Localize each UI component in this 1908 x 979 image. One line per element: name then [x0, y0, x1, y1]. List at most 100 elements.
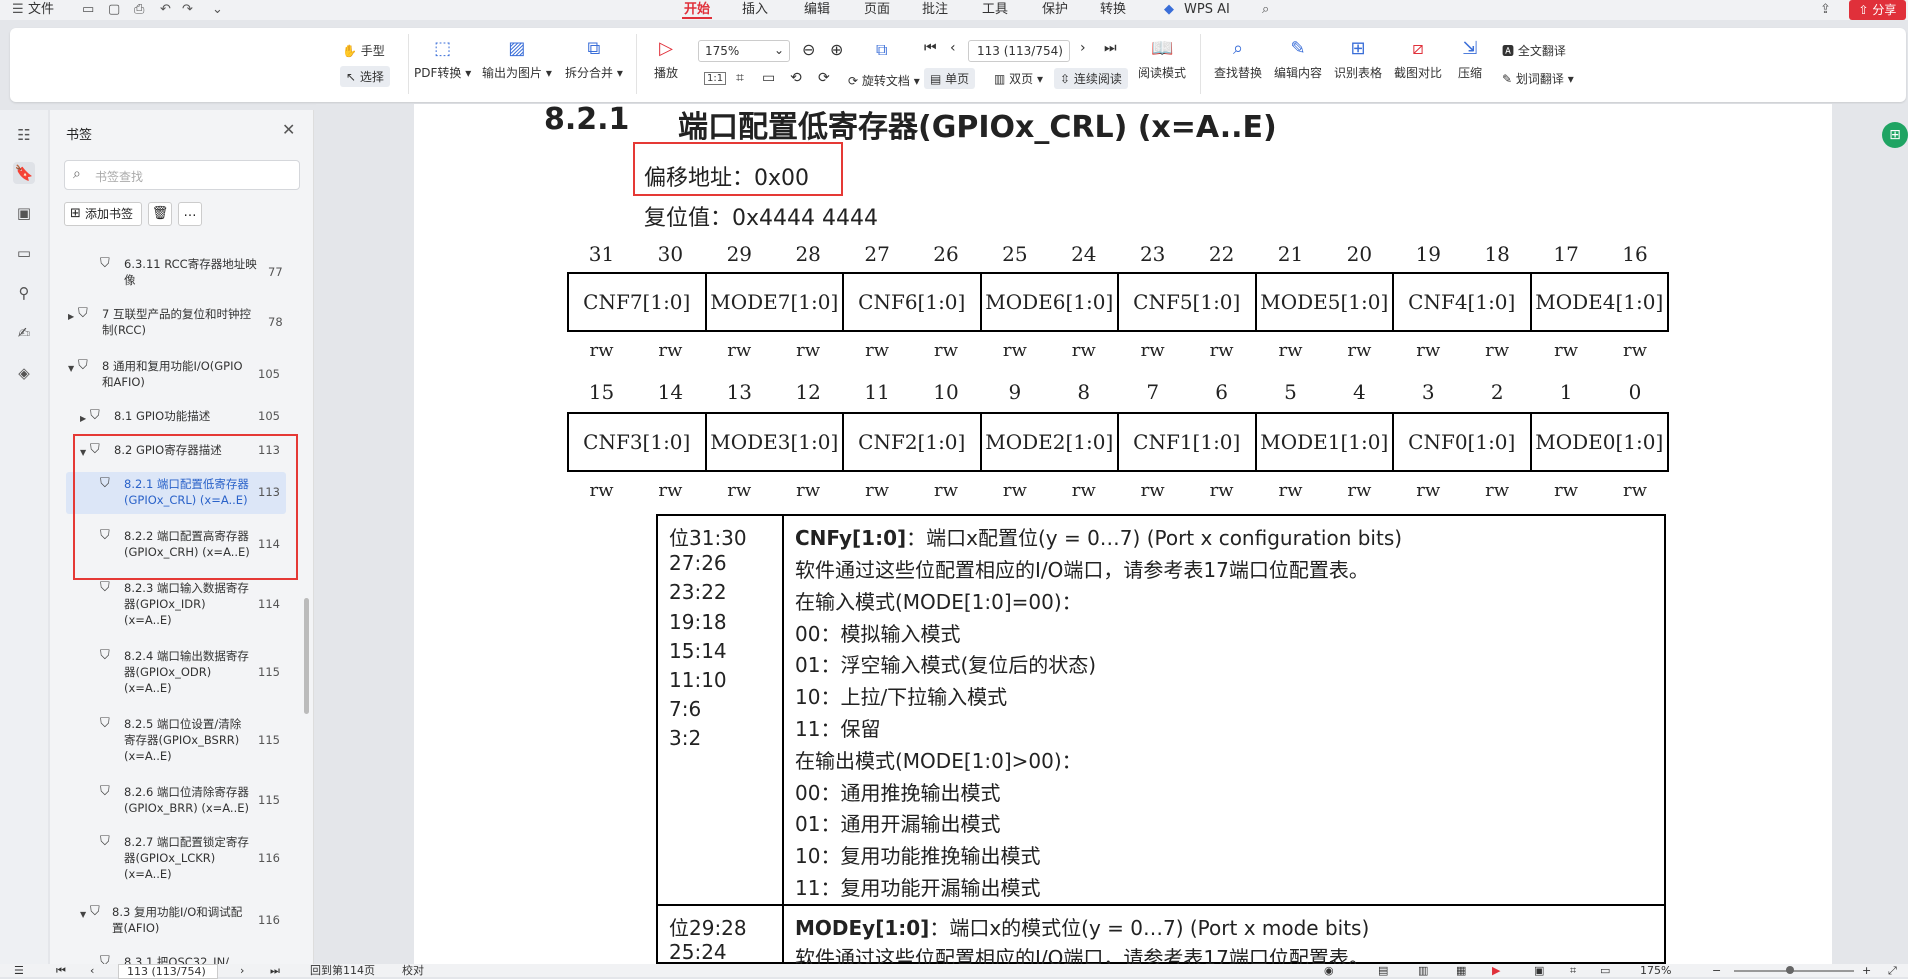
- chevron-down-icon[interactable]: ⌄: [212, 2, 223, 17]
- zoom-slider-handle[interactable]: [1786, 966, 1794, 974]
- rotate-right-icon[interactable]: ⟳: [818, 70, 830, 86]
- bookmark-item[interactable]: ⛉ 8.2.7 端口配置锁定寄存 器(GPIOx_LCKR) (x=A..E) …: [66, 834, 296, 886]
- panel-scrollbar[interactable]: [304, 598, 309, 714]
- close-icon[interactable]: ✕: [282, 120, 295, 139]
- recognize-table-button[interactable]: ⊞ 识别表格: [1334, 38, 1382, 81]
- search-icon[interactable]: ⌕: [1262, 2, 1269, 17]
- tab-insert[interactable]: 插入: [742, 0, 768, 20]
- status-zoom[interactable]: 175%: [1640, 964, 1671, 977]
- bookmark-item[interactable]: ▼ ⛉ 8 通用和复用功能I/O(GPIO 和AFIO) 105: [66, 358, 296, 394]
- bookmark-item[interactable]: ⛉ 8.2.5 端口位设置/清除 寄存器(GPIOx_BSRR) (x=A..E…: [66, 716, 296, 768]
- bookmark-item[interactable]: ⛉ 8.2.3 端口输入数据寄存 器(GPIOx_IDR) (x=A..E) 1…: [66, 580, 296, 632]
- next-page-icon[interactable]: ›: [1080, 40, 1086, 56]
- zoom-select[interactable]: 175% ⌄: [698, 40, 790, 62]
- next-page-icon[interactable]: ›: [240, 964, 244, 977]
- more-options-button[interactable]: …: [178, 202, 202, 226]
- zoom-in-icon[interactable]: ⊕: [830, 40, 843, 59]
- share-button[interactable]: ⇧ 分享: [1849, 0, 1906, 20]
- layers-icon[interactable]: ◈: [13, 362, 35, 384]
- save-icon[interactable]: ▢: [108, 2, 120, 17]
- prev-page-icon[interactable]: ‹: [950, 40, 956, 56]
- bookmark-icon[interactable]: 🔖: [13, 162, 35, 184]
- zoom-slider[interactable]: [1734, 970, 1854, 972]
- outline-icon[interactable]: ☷: [13, 124, 35, 146]
- menu-icon[interactable]: ☰: [12, 2, 24, 17]
- fullscreen-icon[interactable]: ⤢: [1888, 964, 1897, 977]
- tab-convert[interactable]: 转换: [1100, 0, 1126, 20]
- book-view-icon[interactable]: ▦: [1456, 964, 1466, 977]
- tab-page[interactable]: 页面: [864, 0, 890, 20]
- page-number-input[interactable]: 113 (113/754): [968, 40, 1070, 62]
- word-translate-button[interactable]: ✎ 划词翻译 ▾: [1502, 70, 1574, 87]
- tab-protect[interactable]: 保护: [1042, 0, 1068, 20]
- add-bookmark-button[interactable]: ⊞ 添加书签: [64, 202, 142, 226]
- zoom-in-icon[interactable]: +: [1862, 964, 1871, 977]
- spreadsheet-icon[interactable]: ⊞: [1882, 122, 1908, 148]
- menu-icon[interactable]: ☰: [14, 964, 24, 977]
- bookmark-item[interactable]: ⛉ 8.2.4 端口输出数据寄存 器(GPIOx_ODR) (x=A..E) 1…: [66, 648, 296, 700]
- fit-height-icon[interactable]: ▭: [1600, 964, 1610, 977]
- prev-page-icon[interactable]: ‹: [90, 964, 94, 977]
- find-replace-button[interactable]: ⌕ 查找替换: [1214, 38, 1262, 81]
- bookmark-item[interactable]: ⛉ 8.2.6 端口位清除寄存器 (GPIOx_BRR) (x=A..E) 11…: [66, 784, 296, 820]
- open-folder-icon[interactable]: ▭: [82, 2, 94, 17]
- collapse-icon[interactable]: ▼: [68, 361, 74, 377]
- tab-edit[interactable]: 编辑: [804, 0, 830, 20]
- pdf-convert-button[interactable]: ⬚ PDF转换 ▾: [414, 38, 471, 81]
- fit-height-icon[interactable]: ▭: [762, 70, 775, 86]
- fit-width-icon[interactable]: ⌗: [736, 70, 744, 86]
- screenshot-compare-button[interactable]: ⧄ 截图对比: [1394, 38, 1442, 81]
- rotate-left-icon[interactable]: ⟲: [790, 70, 802, 86]
- proofread-button[interactable]: 校对: [402, 964, 424, 977]
- last-page-icon[interactable]: ⏭: [270, 964, 280, 977]
- single-page-button[interactable]: ▤ 单页: [924, 68, 976, 89]
- wps-ai-button[interactable]: WPS AI: [1184, 0, 1230, 20]
- print-icon[interactable]: ⎙: [134, 2, 144, 17]
- compress-button[interactable]: ⇲ 压缩: [1458, 38, 1482, 81]
- double-page-button[interactable]: ▥ 双页 ▾: [994, 70, 1043, 87]
- rotate-doc-button[interactable]: ⟳ 旋转文档 ▾: [848, 72, 920, 89]
- collapse-icon[interactable]: ▼: [80, 907, 86, 923]
- edit-content-button[interactable]: ✎ 编辑内容: [1274, 38, 1322, 81]
- zoom-out-icon[interactable]: ⊖: [802, 40, 815, 59]
- redo-icon[interactable]: ↷: [182, 2, 193, 17]
- undo-icon[interactable]: ↶: [160, 2, 171, 17]
- bookmark-item[interactable]: ▼ ⛉ 8.3 复用功能I/O和调试配 置(AFIO) 116: [78, 904, 296, 940]
- bookmark-item[interactable]: ▶ ⛉ 7 互联型产品的复位和时钟控 制(RCC) 78: [66, 306, 296, 342]
- hand-tool[interactable]: ✋ 手型: [342, 42, 385, 59]
- first-page-icon[interactable]: ⏮: [924, 40, 937, 56]
- tab-tools[interactable]: 工具: [982, 0, 1008, 20]
- reading-mode-button[interactable]: 📖 阅读模式: [1138, 38, 1186, 81]
- fit-page-icon[interactable]: ⧉: [876, 40, 887, 60]
- bookmark-search-input[interactable]: ⌕ 书签查找: [64, 160, 300, 190]
- signature-icon[interactable]: ✍: [13, 322, 35, 344]
- tab-annotate[interactable]: 批注: [922, 0, 948, 20]
- bookmark-item[interactable]: ⛉ 6.3.11 RCC寄存器地址映 像 77: [96, 256, 296, 292]
- zoom-out-icon[interactable]: −: [1712, 964, 1721, 977]
- thumbnail-icon[interactable]: ▣: [13, 202, 35, 224]
- fit-icon[interactable]: ⌗: [1570, 964, 1576, 977]
- back-to-page-link[interactable]: 回到第114页: [310, 964, 375, 977]
- single-page-view-icon[interactable]: ▤: [1378, 964, 1388, 977]
- first-page-icon[interactable]: ⏮: [56, 964, 66, 977]
- export-image-button[interactable]: ▨ 输出为图片 ▾: [482, 38, 552, 81]
- file-menu[interactable]: 文件: [28, 0, 54, 20]
- eye-icon[interactable]: ◉: [1324, 964, 1334, 977]
- delete-bookmark-button[interactable]: 🗑: [148, 202, 172, 226]
- bookmark-item[interactable]: ▶ ⛉ 8.1 GPIO功能描述 105: [78, 408, 296, 426]
- comment-icon[interactable]: ▭: [13, 242, 35, 264]
- play-button[interactable]: ▷ 播放: [654, 38, 678, 81]
- split-merge-button[interactable]: ⧉ 拆分合并 ▾: [565, 38, 623, 81]
- attachment-icon[interactable]: ⚲: [13, 282, 35, 304]
- thumbnail-view-icon[interactable]: ▣: [1534, 964, 1544, 977]
- last-page-icon[interactable]: ⏭: [1104, 40, 1117, 56]
- expand-icon[interactable]: ▶: [80, 411, 86, 427]
- double-page-view-icon[interactable]: ▥: [1418, 964, 1428, 977]
- full-translate-button[interactable]: 🅰 全文翻译: [1502, 42, 1566, 59]
- select-tool[interactable]: ↖ 选择: [340, 66, 390, 87]
- continuous-read-button[interactable]: ⇳ 连续阅读: [1054, 68, 1128, 89]
- expand-icon[interactable]: ▶: [68, 309, 74, 325]
- bookmark-item[interactable]: ⛉ 8.3.1 把OSC32_IN/: [66, 954, 296, 964]
- play-icon[interactable]: ▶: [1492, 964, 1500, 977]
- cloud-upload-icon[interactable]: ⇪: [1820, 2, 1831, 17]
